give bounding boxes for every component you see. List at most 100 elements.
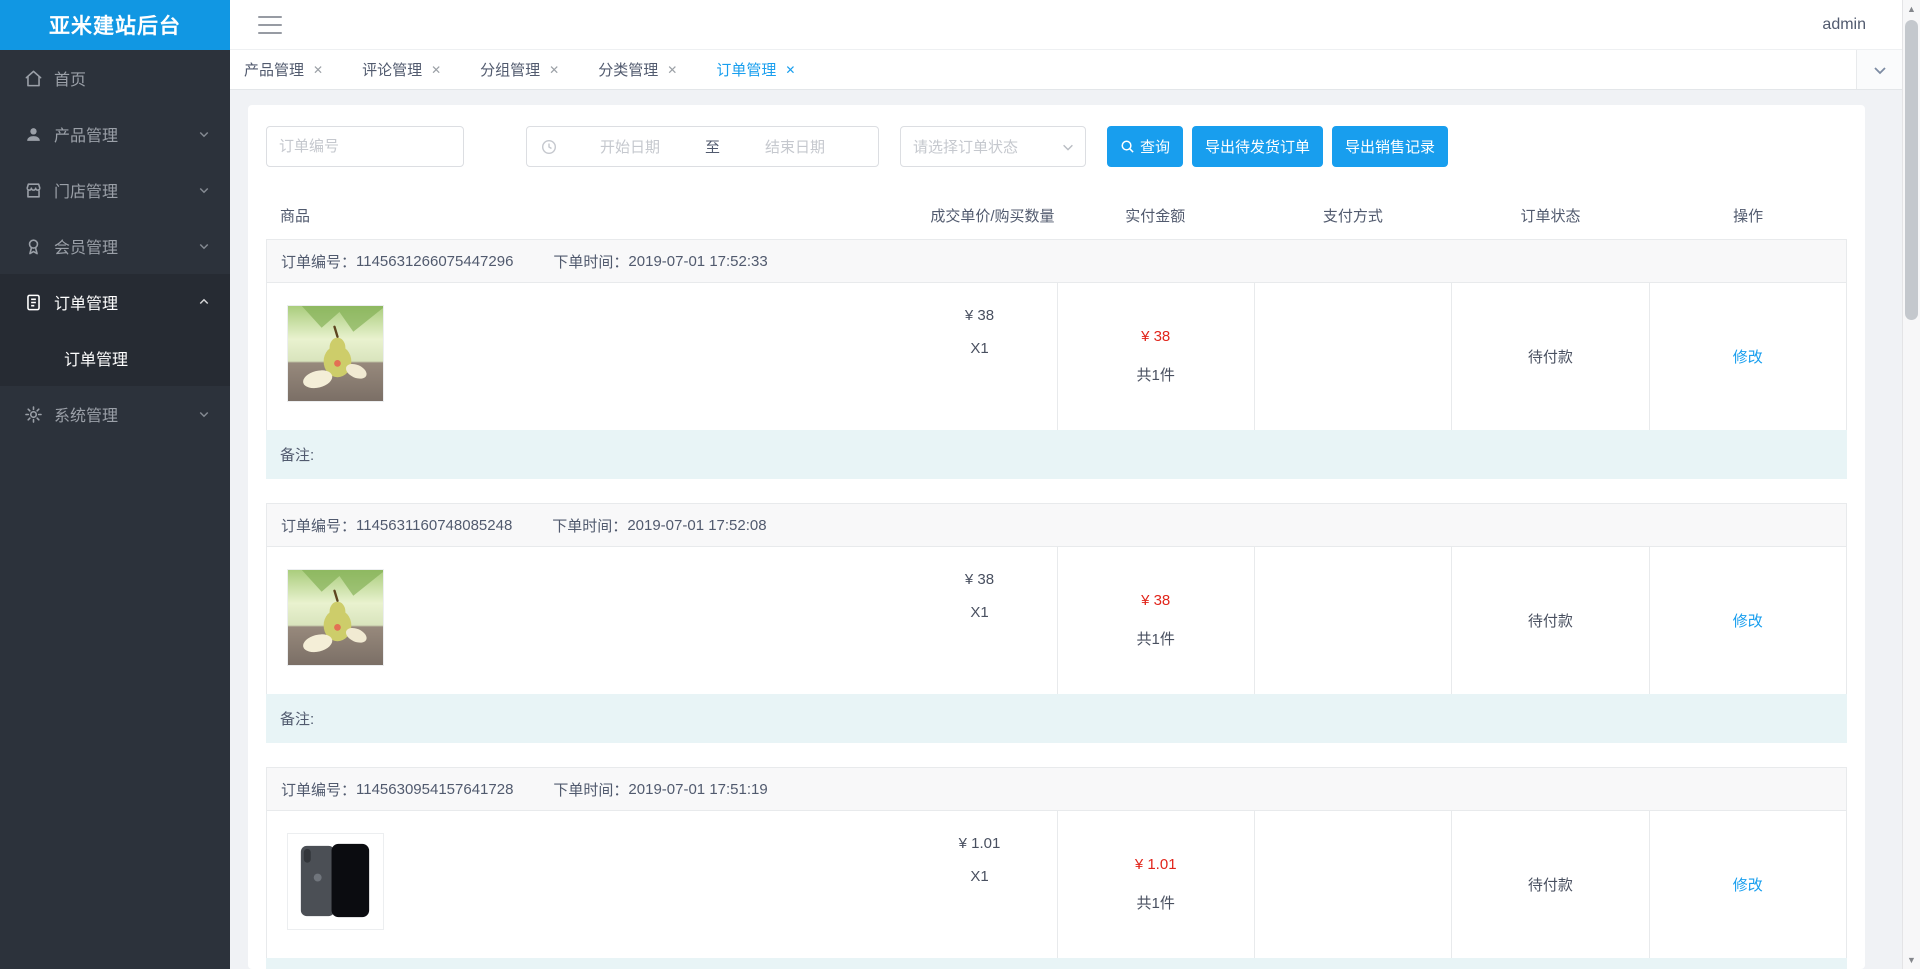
cell-payment-method: [1253, 811, 1451, 958]
tab-categories[interactable]: 分类管理 ✕: [598, 59, 677, 80]
clock-icon: [541, 139, 557, 154]
cell-paid-amount: ¥ 38 共1件: [1056, 547, 1254, 694]
export-pending-orders-button[interactable]: 导出待发货订单: [1192, 126, 1324, 167]
order-row: ¥ 1.01 X1 ¥ 1.01 共1件 待付款 修改: [266, 811, 1847, 958]
tab-orders[interactable]: 订单管理 ✕: [716, 59, 795, 80]
chevron-up-icon: [199, 298, 209, 305]
order-list: 订单编号： 1145631266075447296 下单时间： 2019-07-…: [266, 239, 1847, 969]
quantity: X1: [970, 340, 989, 357]
order-time-value: 2019-07-01 17:52:33: [628, 252, 768, 270]
phone-product-image: [287, 833, 384, 930]
sidebar-item-orders[interactable]: 订单管理: [0, 274, 230, 330]
store-icon: [24, 181, 43, 200]
status-badge: 待付款: [1527, 877, 1573, 894]
price-quantity: ¥ 38 X1: [925, 307, 1035, 357]
sidebar-item-system[interactable]: 系统管理: [0, 386, 230, 442]
pear-product-image: [287, 569, 384, 666]
sidebar-subitem-order-management[interactable]: 订单管理: [0, 330, 230, 386]
header-paid-amount: 实付金额: [1125, 208, 1186, 225]
order-card: 开始日期 至 结束日期 请选择订单状态 查询 导出待发货订单 导出销售记录: [248, 105, 1865, 969]
order-row: ¥ 38 X1 ¥ 38 共1件 待付款 修改: [266, 547, 1847, 694]
modify-link[interactable]: 修改: [1733, 610, 1763, 631]
user-icon: [24, 125, 43, 144]
order-time-label: 下单时间：: [553, 253, 629, 271]
home-icon: [24, 69, 43, 88]
cell-order-status: 待付款: [1451, 547, 1648, 694]
close-icon[interactable]: ✕: [431, 64, 441, 76]
menu-toggle-icon[interactable]: [258, 15, 282, 34]
sidebar: 亚米建站后台 首页 产品管理 门店管理 会员管理 订单管理 订单管理 系统管理: [0, 0, 230, 969]
header-actions: 操作: [1733, 208, 1764, 225]
tab-groups[interactable]: 分组管理 ✕: [480, 59, 559, 80]
cell-paid-amount: ¥ 1.01 共1件: [1056, 811, 1254, 958]
scroll-up-arrow-icon[interactable]: ▲: [1903, 0, 1920, 18]
search-button[interactable]: 查询: [1107, 126, 1184, 167]
close-icon[interactable]: ✕: [313, 64, 323, 76]
chevron-down-icon: [1873, 66, 1886, 74]
paid-amount: ¥ 38: [1141, 328, 1171, 345]
table-header-row: 商品 成交单价/购买数量 实付金额 支付方式 订单状态 操作: [266, 192, 1847, 239]
search-button-label: 查询: [1140, 139, 1171, 156]
header-unit-price-qty: 成交单价/购买数量: [930, 208, 1055, 225]
scroll-down-arrow-icon[interactable]: ▼: [1903, 951, 1920, 969]
export-sales-records-button[interactable]: 导出销售记录: [1332, 126, 1449, 167]
tab-label: 评论管理: [362, 62, 423, 79]
order-icon: [24, 293, 43, 312]
close-icon[interactable]: ✕: [667, 64, 677, 76]
sidebar-item-home[interactable]: 首页: [0, 50, 230, 106]
sidebar-item-products[interactable]: 产品管理: [0, 106, 230, 162]
close-icon[interactable]: ✕: [549, 64, 559, 76]
sidebar-item-label: 订单管理: [54, 296, 119, 313]
sidebar-item-members[interactable]: 会员管理: [0, 218, 230, 274]
order-time-label: 下单时间：: [552, 517, 628, 535]
unit-price: ¥ 1.01: [958, 835, 1001, 852]
status-badge: 待付款: [1527, 613, 1573, 630]
cell-actions: 修改: [1648, 811, 1846, 958]
user-menu[interactable]: admin: [1822, 16, 1866, 34]
cell-actions: 修改: [1648, 547, 1846, 694]
sidebar-item-label: 首页: [54, 72, 87, 89]
total-items: 共1件: [1136, 367, 1175, 384]
order-time-label: 下单时间：: [553, 781, 629, 799]
order-no-input[interactable]: [266, 126, 464, 167]
modify-link[interactable]: 修改: [1733, 346, 1763, 367]
modify-link[interactable]: 修改: [1733, 874, 1763, 895]
cell-payment-method: [1253, 547, 1451, 694]
date-end-placeholder[interactable]: 结束日期: [726, 136, 864, 157]
order-remark-row: 备注:: [266, 430, 1847, 479]
paid-amount: ¥ 1.01: [1134, 856, 1177, 873]
sidebar-subitem-label: 订单管理: [64, 352, 129, 369]
scrollbar-thumb[interactable]: [1905, 20, 1918, 320]
cell-payment-method: [1253, 283, 1451, 430]
sidebar-item-stores[interactable]: 门店管理: [0, 162, 230, 218]
order-status-select[interactable]: 请选择订单状态: [900, 126, 1086, 167]
filter-row: 开始日期 至 结束日期 请选择订单状态 查询 导出待发货订单 导出销售记录: [266, 126, 1865, 167]
order-remark-row: 备注:: [266, 958, 1847, 969]
order-no-label: 订单编号：: [281, 253, 357, 271]
chevron-down-icon: [199, 243, 209, 250]
tab-products[interactable]: 产品管理 ✕: [244, 59, 323, 80]
header-product: 商品: [280, 208, 311, 225]
order-group-header: 订单编号： 1145630954157641728 下单时间： 2019-07-…: [266, 767, 1847, 811]
topbar: admin: [230, 0, 1902, 50]
tab-list-dropdown[interactable]: [1856, 50, 1902, 89]
window-scrollbar[interactable]: ▲ ▼: [1902, 0, 1920, 969]
tab-label: 产品管理: [244, 62, 305, 79]
tab-comments[interactable]: 评论管理 ✕: [362, 59, 441, 80]
status-badge: 待付款: [1527, 349, 1573, 366]
search-icon: [1121, 140, 1134, 153]
close-icon[interactable]: ✕: [785, 64, 795, 76]
order-no-value: 1145631266075447296: [356, 252, 514, 270]
sidebar-item-label: 系统管理: [54, 408, 119, 425]
chevron-down-icon: [1063, 144, 1073, 151]
sidebar-group-orders: 订单管理 订单管理: [0, 274, 230, 386]
tab-label: 分类管理: [598, 62, 659, 79]
tab-label: 订单管理: [716, 62, 777, 79]
order-block: 订单编号： 1145631160748085248 下单时间： 2019-07-…: [266, 503, 1847, 743]
paid-amount: ¥ 38: [1141, 592, 1171, 609]
price-quantity: ¥ 38 X1: [925, 571, 1035, 621]
date-range-picker[interactable]: 开始日期 至 结束日期: [526, 126, 879, 167]
quantity: X1: [970, 868, 989, 885]
order-time-value: 2019-07-01 17:52:08: [627, 516, 767, 534]
date-start-placeholder[interactable]: 开始日期: [561, 136, 699, 157]
